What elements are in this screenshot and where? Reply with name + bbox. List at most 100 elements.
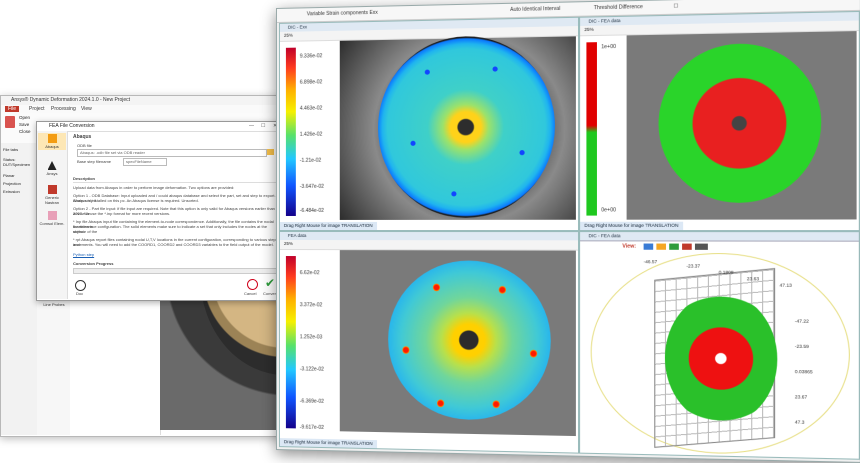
left-label-status: Status: DUT/Specimen bbox=[3, 157, 37, 167]
convert-button[interactable]: Convert bbox=[263, 291, 277, 296]
zoom-level[interactable]: 25% bbox=[584, 27, 593, 32]
ribbon-open[interactable]: Open bbox=[19, 115, 30, 120]
threshold-difference[interactable]: Threshold Difference bbox=[594, 4, 643, 11]
conversion-progress-bar bbox=[73, 268, 281, 274]
pane-title: DIC - FEA data bbox=[589, 233, 621, 238]
zoom-level[interactable]: 25% bbox=[284, 241, 293, 246]
fea-map-plot bbox=[340, 250, 576, 436]
nastran-icon bbox=[48, 185, 57, 194]
colorbar bbox=[286, 256, 296, 428]
axis-tick-top: 47.13 bbox=[780, 283, 792, 288]
pane-status: Drag Right Mouse for image TRANSLATION bbox=[280, 438, 377, 448]
view-toolbar-icons[interactable] bbox=[644, 244, 708, 250]
3d-disk bbox=[665, 292, 777, 425]
folder-icon[interactable] bbox=[267, 149, 274, 155]
app-left-panel: File tabs Status: DUT/Specimen Planar Pr… bbox=[1, 143, 38, 435]
pane-title: DIC - Exx bbox=[288, 24, 307, 29]
section-title: Abaqus bbox=[73, 135, 91, 140]
pane-status: Drag Right Mouse for image TRANSLATION bbox=[580, 222, 683, 230]
fea-hotspot bbox=[437, 399, 444, 408]
zoom-level[interactable]: 25% bbox=[284, 33, 293, 38]
option-label: Comsol Elem. bbox=[40, 221, 65, 226]
description-line: object. bbox=[73, 229, 279, 234]
description-line: Abaqus is installed on this pc. An Abaqu… bbox=[73, 198, 279, 203]
odb-file-field[interactable]: Abaqus: .odb file set via ODB reader bbox=[77, 149, 267, 157]
strain-hotspot bbox=[451, 191, 456, 196]
colorbar-tick: 3.372e-02 bbox=[300, 302, 322, 308]
pane-header: DIC - FEA data bbox=[580, 232, 859, 242]
variable-selector[interactable]: Variable Strain components Exx bbox=[307, 10, 378, 18]
menu-tab-project[interactable]: Project bbox=[29, 106, 45, 112]
colorbar-tick: -3.122e-02 bbox=[300, 366, 324, 372]
option-abaqus[interactable]: Abaqus bbox=[38, 133, 66, 150]
comsol-icon bbox=[48, 211, 57, 220]
cancel-button[interactable]: Cancel bbox=[244, 291, 256, 296]
left-label-projection[interactable]: Projection bbox=[3, 181, 21, 186]
colorbar-tick: -1.21e-02 bbox=[300, 158, 321, 164]
python-step-link[interactable]: Python step bbox=[73, 252, 94, 257]
axis-tick-top: 0.1808 bbox=[719, 270, 734, 275]
menu-tab-file[interactable]: File bbox=[5, 106, 19, 112]
strain-hotspot bbox=[425, 70, 430, 75]
axis-tick-right: -47.22 bbox=[795, 318, 809, 323]
ribbon-save[interactable]: Save bbox=[19, 122, 29, 127]
ribbon-close[interactable]: Close bbox=[19, 129, 31, 134]
progress-label: Conversion Progress bbox=[73, 261, 113, 266]
difference-disk bbox=[659, 42, 822, 203]
axis-tick-right: 0.03865 bbox=[795, 369, 813, 375]
divider bbox=[73, 182, 279, 183]
strain-disk bbox=[378, 35, 555, 218]
axis-tick-right: 47.3 bbox=[795, 419, 805, 424]
cancel-icon[interactable] bbox=[247, 279, 258, 290]
convert-check-icon[interactable]: ✔ bbox=[265, 276, 275, 290]
colorbar-tick: 0e+00 bbox=[601, 207, 616, 213]
axis-tick-top: 23.63 bbox=[747, 276, 759, 281]
option-label: Generic Nastran bbox=[45, 195, 59, 205]
fea-conversion-dialog: FEA File Conversion — ☐ ✕ Abaqus Ansys G… bbox=[36, 121, 284, 301]
option-label: Ansys bbox=[47, 171, 58, 176]
ansys-icon bbox=[48, 161, 57, 170]
pane-status: Drag Right Mouse for image TRANSLATION bbox=[280, 222, 377, 230]
base-step-label: Base step filename bbox=[77, 159, 111, 164]
fea-disk bbox=[388, 260, 551, 421]
colorbar bbox=[286, 48, 296, 216]
dialog-option-list: Abaqus Ansys Generic Nastran Comsol Elem… bbox=[37, 131, 68, 299]
option-comsol[interactable]: Comsol Elem. bbox=[38, 211, 66, 226]
menu-tab-view[interactable]: View bbox=[81, 106, 92, 112]
menu-tab-processing[interactable]: Processing bbox=[51, 106, 76, 112]
description-line: increments. You will need to add the COO… bbox=[73, 242, 279, 247]
abaqus-icon bbox=[48, 134, 57, 143]
pane-title: DIC - FEA data bbox=[589, 18, 621, 24]
strain-map-plot bbox=[340, 36, 576, 220]
fea-hotspot bbox=[499, 285, 506, 294]
doc-icon[interactable] bbox=[75, 280, 86, 291]
left-label-extrusion[interactable]: Extrusion bbox=[3, 189, 20, 194]
colorbar-tick: 4.463e-02 bbox=[300, 105, 322, 111]
left-label-planar[interactable]: Planar bbox=[3, 173, 15, 178]
doc-label: Doc bbox=[76, 291, 83, 296]
option-ansys[interactable]: Ansys bbox=[38, 161, 66, 176]
pane-title: FEA data bbox=[288, 233, 306, 238]
maximize-icon[interactable]: ☐ bbox=[673, 3, 678, 9]
pane-toolbar: 25% bbox=[280, 240, 578, 251]
new-project-icon[interactable] bbox=[5, 116, 15, 128]
base-step-input[interactable]: specFileName bbox=[123, 158, 167, 166]
strain-hotspot bbox=[410, 141, 415, 146]
fea-hotspot bbox=[433, 283, 440, 292]
axis-tick-right: -23.59 bbox=[795, 344, 809, 349]
auto-interval-toggle[interactable]: Auto Identical Interval bbox=[510, 6, 560, 13]
description-line: Upload data from Abaqus in order to perf… bbox=[73, 185, 279, 190]
colorbar-tick: 1.426e-02 bbox=[300, 132, 322, 138]
colorbar bbox=[586, 42, 597, 215]
difference-map-plot bbox=[627, 31, 857, 220]
pane-dic-exx: DIC - Exx 25% 9.336e-02 6.898e-02 4.463e… bbox=[279, 17, 579, 231]
left-label-file-tabs: File tabs bbox=[3, 147, 18, 152]
minimize-icon[interactable]: — bbox=[249, 123, 254, 129]
option-nastran[interactable]: Generic Nastran bbox=[38, 185, 66, 205]
pane-3d-view: DIC - FEA data View: -46.57 -23.37 0.180… bbox=[579, 231, 860, 460]
pane-dic-fea-binary: DIC - FEA data 25% 1e+00 0e+00 Drag Righ… bbox=[579, 11, 860, 231]
maximize-icon[interactable]: ☐ bbox=[261, 123, 265, 129]
tool-label: Line Probes bbox=[43, 302, 64, 307]
colorbar-tick: -9.617e-02 bbox=[300, 424, 324, 431]
dialog-title: FEA File Conversion bbox=[49, 123, 95, 129]
